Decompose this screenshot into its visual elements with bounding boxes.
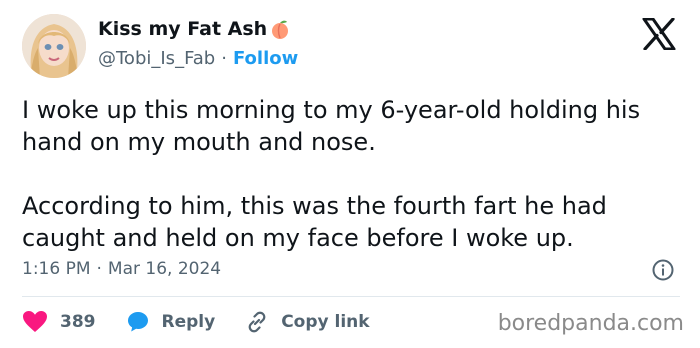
tweet-date: Mar 16, 2024 (107, 259, 222, 279)
author-name-row: Kiss my Fat Ash (98, 18, 291, 40)
info-icon[interactable] (651, 258, 675, 282)
reply-bubble-icon (127, 312, 148, 332)
peach-icon (269, 18, 291, 40)
display-name[interactable]: Kiss my Fat Ash (98, 18, 267, 40)
tweet-text: I woke up this morning to my 6-year-old … (22, 94, 682, 254)
reply-button[interactable]: Reply (126, 310, 216, 334)
tweet-paragraph: I woke up this morning to my 6-year-old … (22, 96, 641, 156)
watermark: boredpanda.com (497, 311, 684, 336)
reply-label: Reply (161, 312, 216, 332)
heart-icon (23, 311, 47, 332)
author-handle-row: @Tobi_Is_Fab · Follow (98, 48, 298, 69)
like-count: 389 (60, 312, 96, 332)
follow-link[interactable]: Follow (233, 48, 298, 69)
tweet-paragraph: According to him, this was the fourth fa… (22, 192, 607, 252)
date-separator: · (96, 259, 102, 279)
link-icon (248, 311, 266, 333)
action-bar: 389 Reply Copy link (22, 308, 370, 336)
tweet-timestamp[interactable]: 1:16 PM · Mar 16, 2024 (22, 259, 221, 279)
copy-link-label: Copy link (281, 312, 370, 332)
avatar[interactable] (22, 14, 86, 78)
x-logo-icon[interactable] (642, 17, 676, 51)
divider (22, 296, 680, 297)
separator: · (221, 48, 227, 69)
avatar-illustration (22, 14, 86, 78)
like-button[interactable]: 389 (22, 310, 96, 334)
tweet-time: 1:16 PM (22, 259, 91, 279)
handle[interactable]: @Tobi_Is_Fab (98, 48, 215, 69)
copy-link-button[interactable]: Copy link (245, 310, 370, 334)
